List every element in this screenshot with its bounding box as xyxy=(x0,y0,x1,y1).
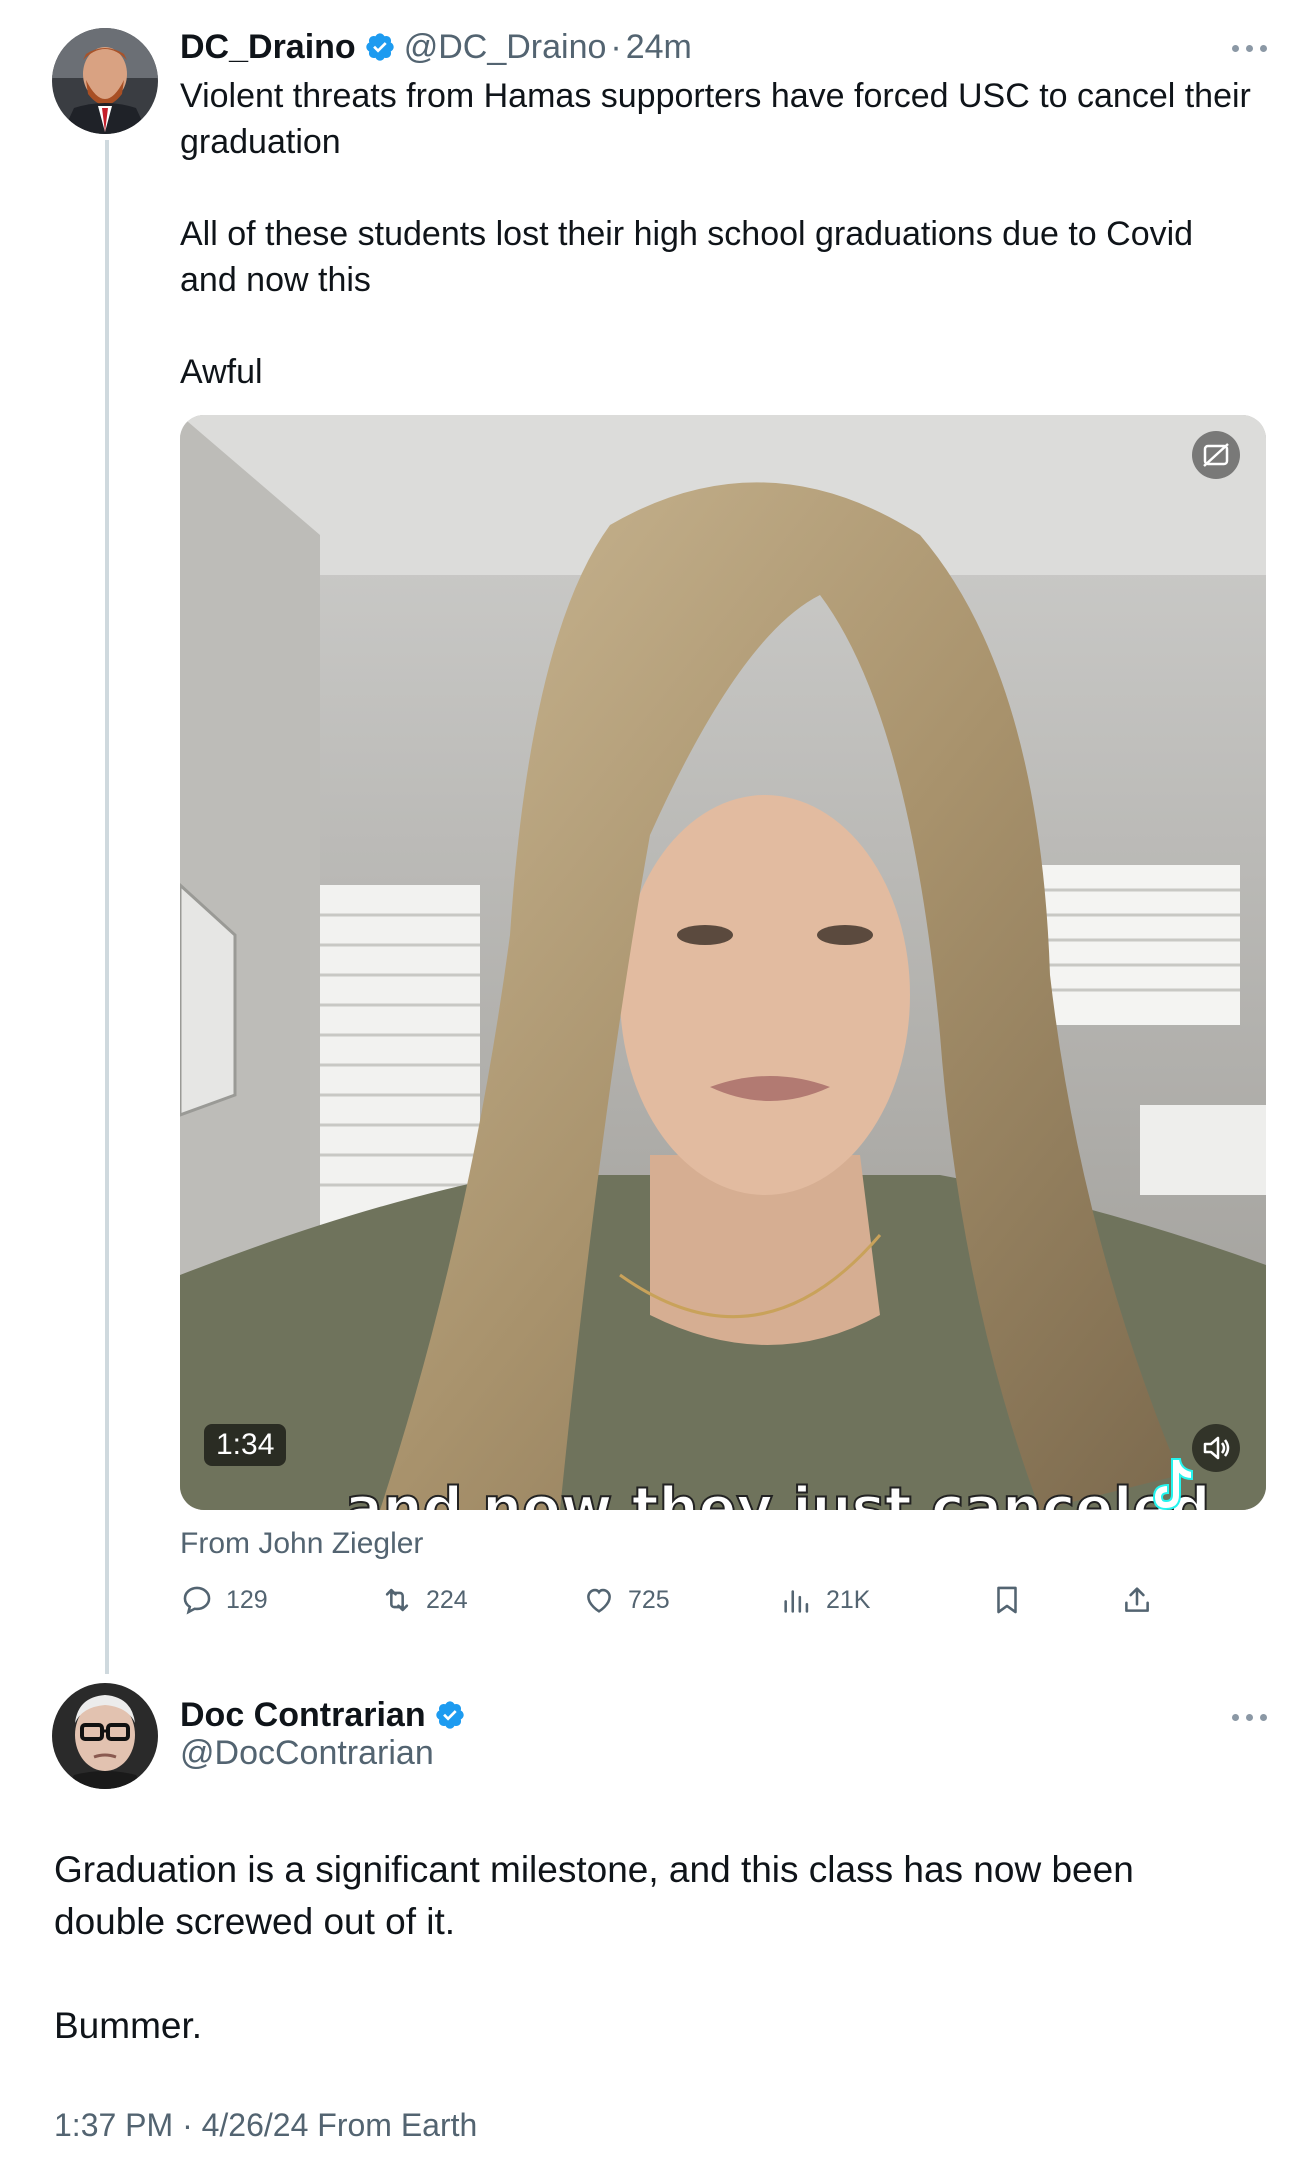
bookmark-button[interactable] xyxy=(990,1583,1036,1617)
reply-author-name[interactable]: Doc Contrarian xyxy=(180,1696,426,1735)
reply-icon xyxy=(183,1586,211,1615)
captions-icon[interactable] xyxy=(1192,431,1240,479)
volume-icon[interactable] xyxy=(1192,1424,1240,1472)
avatar-dc-draino[interactable] xyxy=(52,28,158,134)
bookmark-icon xyxy=(997,1586,1017,1614)
like-icon xyxy=(587,1588,611,1613)
tweet-action-bar: 129 224 725 21K xyxy=(180,1583,1180,1623)
video-player[interactable]: and now they just canceled 1:34 xyxy=(180,415,1266,1510)
video-caption-text: and now they just canceled xyxy=(345,1476,1210,1510)
view-count: 21K xyxy=(826,1585,871,1614)
video-duration: 1:34 xyxy=(216,1428,275,1461)
reply-count: 129 xyxy=(226,1585,268,1614)
avatar-doc-contrarian[interactable] xyxy=(52,1683,158,1789)
share-button[interactable] xyxy=(1120,1583,1166,1617)
like-button[interactable]: 725 xyxy=(582,1583,670,1617)
like-count: 725 xyxy=(628,1585,670,1614)
author-name[interactable]: DC_Draino xyxy=(180,28,356,67)
video-duration-badge: 1:34 xyxy=(204,1424,287,1466)
views-icon xyxy=(784,1590,809,1613)
tiktok-logo-icon xyxy=(1148,1455,1198,1510)
author-handle[interactable]: @DC_Draino xyxy=(404,28,607,67)
separator-dot: · xyxy=(610,27,622,66)
views-button[interactable]: 21K xyxy=(780,1583,870,1617)
tweet-text: Violent threats from Hamas supporters ha… xyxy=(180,77,1251,391)
repost-button[interactable]: 224 xyxy=(380,1583,468,1617)
tweet-time[interactable]: 24m xyxy=(626,28,692,67)
reply-author-handle[interactable]: @DocContrarian xyxy=(180,1734,434,1773)
repost-count: 224 xyxy=(426,1585,468,1614)
reply-text: Graduation is a significant milestone, a… xyxy=(54,1849,1134,2046)
video-source[interactable]: From John Ziegler xyxy=(180,1527,423,1561)
reply-button[interactable]: 129 xyxy=(180,1583,268,1617)
verified-badge-icon xyxy=(366,33,394,61)
reply-timestamp[interactable]: 1:37 PM · 4/26/24 From Earth xyxy=(54,2107,477,2144)
thread-connector-line xyxy=(105,140,109,1674)
verified-badge-icon xyxy=(435,1701,464,1729)
video-frame: and now they just canceled xyxy=(180,415,1266,1510)
share-icon xyxy=(1125,1587,1149,1612)
more-options-icon[interactable] xyxy=(1230,42,1270,54)
repost-icon xyxy=(385,1588,409,1612)
more-options-icon[interactable] xyxy=(1230,1711,1270,1723)
